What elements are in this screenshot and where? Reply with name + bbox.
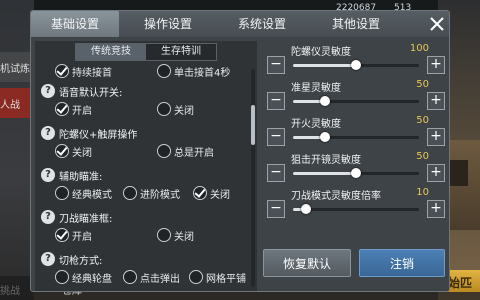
radio-unchecked-icon [189, 270, 203, 284]
group-title: ? 辅助瞄准: [41, 167, 102, 183]
decrease-button[interactable]: − [267, 200, 285, 218]
slider-fire-sensitivity: 开火灵敏度 50 − + [261, 115, 447, 151]
radio-unchecked-icon [55, 270, 69, 284]
increase-button[interactable]: + [427, 164, 445, 182]
slider-value: 100 [409, 43, 429, 54]
radio-unchecked-icon [157, 102, 171, 116]
slider-track[interactable] [293, 168, 419, 178]
radio-option[interactable]: 经典轮盘 [55, 269, 112, 285]
mode-sub-tabs: 传统竞技 生存特训 [75, 43, 217, 61]
tab-basic-settings[interactable]: 基础设置 [31, 11, 119, 37]
radio-option[interactable]: 单击接首4秒 [157, 63, 230, 79]
radio-option[interactable]: 网格平铺 [189, 269, 246, 285]
help-icon[interactable]: ? [41, 84, 55, 98]
help-icon[interactable]: ? [41, 126, 55, 140]
tab-system-settings[interactable]: 系统设置 [217, 11, 307, 37]
radio-option[interactable]: 点击弹出 [123, 269, 180, 285]
help-icon[interactable]: ? [41, 210, 55, 224]
radio-unchecked-icon [123, 186, 137, 200]
radio-option[interactable]: 总是开启 [157, 143, 214, 159]
group-title: ? 刀战瞄准框: [41, 209, 112, 225]
tab-other-settings[interactable]: 其他设置 [311, 11, 401, 37]
decrease-button[interactable]: − [267, 128, 285, 146]
slider-value: 50 [416, 115, 429, 126]
radio-checked-icon [55, 144, 69, 158]
slider-value: 50 [416, 151, 429, 162]
decrease-button[interactable]: − [267, 164, 285, 182]
sub-tab-survival[interactable]: 生存特训 [146, 44, 216, 60]
group-title: ? 切枪方式: [41, 251, 102, 267]
radio-unchecked-icon [55, 186, 69, 200]
radio-checked-icon [55, 102, 69, 116]
slider-knob[interactable] [300, 204, 311, 214]
options-scroll-area[interactable]: 持续接首 单击接首4秒 ? 语音默认开关: 开启 关闭 ? 陀螺仪+触屏操作 关… [35, 63, 249, 291]
slider-scope-sensitivity: 狙击开镜灵敏度 50 − + [261, 151, 447, 187]
radio-unchecked-icon [157, 228, 171, 242]
slider-knob[interactable] [351, 60, 361, 70]
radio-option[interactable]: 开启 [55, 101, 92, 117]
radio-unchecked-icon [157, 144, 171, 158]
radio-option[interactable]: 持续接首 [55, 63, 112, 79]
increase-button[interactable]: + [427, 56, 445, 74]
slider-value: 50 [416, 79, 429, 90]
tab-control-settings[interactable]: 操作设置 [123, 11, 213, 37]
decrease-button[interactable]: − [267, 92, 285, 110]
help-icon[interactable]: ? [41, 168, 55, 182]
scrollbar-thumb[interactable] [251, 105, 255, 145]
radio-checked-icon [55, 228, 69, 242]
main-tabs: 基础设置 操作设置 系统设置 其他设置 [31, 11, 449, 37]
left-menu: 机试炼 人战 挑战 [0, 0, 34, 300]
increase-button[interactable]: + [427, 128, 445, 146]
reset-default-button[interactable]: 恢复默认 [263, 249, 351, 277]
options-scrollbar[interactable] [251, 69, 255, 287]
radio-unchecked-icon [157, 64, 171, 78]
slider-knob[interactable] [319, 132, 330, 142]
slider-track[interactable] [293, 132, 419, 142]
left-menu-item[interactable]: 机试炼 [0, 60, 30, 75]
decrease-button[interactable]: − [267, 56, 285, 74]
radio-option[interactable]: 进阶模式 [123, 185, 180, 201]
slider-title: 狙击开镜灵敏度 [291, 155, 361, 166]
slider-title: 准星灵敏度 [291, 83, 341, 94]
group-title: ? 陀螺仪+触屏操作 [41, 125, 137, 141]
sub-tab-classic[interactable]: 传统竞技 [76, 44, 146, 60]
radio-option[interactable]: 经典模式 [55, 185, 112, 201]
increase-button[interactable]: + [427, 92, 445, 110]
slider-track[interactable] [293, 96, 419, 106]
radio-unchecked-icon [123, 270, 137, 284]
radio-checked-icon [55, 64, 69, 78]
slider-title: 刀战模式灵敏度倍率 [291, 191, 381, 202]
radio-option[interactable]: 关闭 [157, 101, 194, 117]
radio-checked-icon [193, 186, 207, 200]
slider-track[interactable] [293, 60, 419, 70]
logout-button[interactable]: 注销 [359, 249, 445, 277]
increase-button[interactable]: + [427, 200, 445, 218]
group-title: ? 语音默认开关: [41, 83, 122, 99]
slider-track[interactable] [293, 204, 419, 214]
slider-value: 10 [416, 187, 429, 198]
options-panel: 传统竞技 生存特训 持续接首 单击接首4秒 ? 语音默认开关: 开启 关闭 ? … [35, 41, 257, 291]
slider-knob[interactable] [319, 96, 330, 106]
slider-gyro-sensitivity: 陀螺仪灵敏度 100 − + [261, 43, 447, 79]
help-icon[interactable]: ? [41, 252, 55, 266]
close-button[interactable] [429, 16, 445, 32]
settings-dialog: 基础设置 操作设置 系统设置 其他设置 传统竞技 生存特训 持续接首 单击接首4… [30, 10, 450, 292]
slider-title: 开火灵敏度 [291, 119, 341, 130]
slider-knob[interactable] [351, 168, 361, 178]
radio-option[interactable]: 关闭 [193, 185, 230, 201]
slider-knife-multiplier: 刀战模式灵敏度倍率 10 − + [261, 187, 447, 223]
close-icon [430, 17, 444, 31]
slider-title: 陀螺仪灵敏度 [291, 47, 351, 58]
radio-option[interactable]: 开启 [55, 227, 92, 243]
slider-crosshair-sensitivity: 准星灵敏度 50 − + [261, 79, 447, 115]
radio-option[interactable]: 关闭 [157, 227, 194, 243]
left-menu-item[interactable]: 人战 [0, 96, 20, 111]
radio-option[interactable]: 关闭 [55, 143, 92, 159]
